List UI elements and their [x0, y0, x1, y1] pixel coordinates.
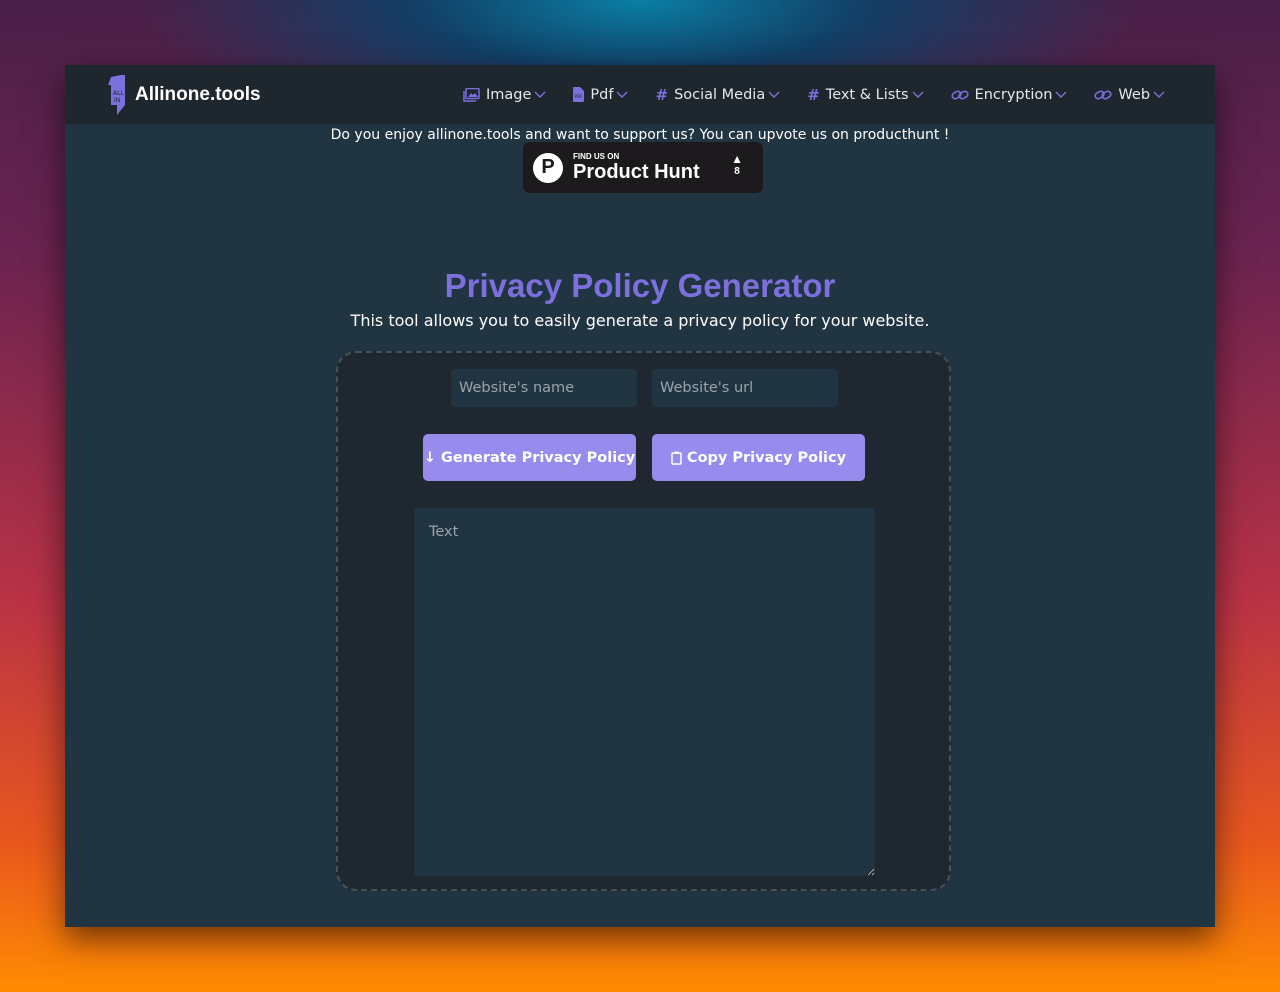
clipboard-icon — [671, 451, 682, 465]
vote-count: 8 — [734, 166, 740, 177]
upvote-triangle-icon: ▲ — [731, 152, 743, 166]
chevron-down-icon — [534, 91, 546, 98]
nav-item-encryption[interactable]: Encryption — [950, 86, 1068, 103]
nav-item-text-lists[interactable]: # Text & Lists — [807, 85, 924, 104]
nav-item-label: Text & Lists — [825, 86, 909, 103]
link-icon — [950, 88, 969, 102]
nav-item-label: Social Media — [674, 86, 766, 103]
generate-button[interactable]: ↓ Generate Privacy Policy — [423, 434, 636, 481]
main-menu: Image PDF Pdf # Social Media # Text & Lists Enc… — [463, 65, 1192, 124]
website-name-input[interactable] — [451, 369, 637, 407]
nav-item-image[interactable]: Image — [463, 87, 546, 103]
generate-label: Generate Privacy Policy — [440, 449, 636, 466]
navbar: ALL IN Allinone.tools Image PDF Pdf # Social … — [65, 65, 1215, 124]
support-text: Do you enjoy allinone.tools and want to … — [330, 127, 950, 143]
copy-label: Copy Privacy Policy — [686, 449, 847, 466]
badge-title: Product Hunt — [573, 161, 700, 183]
product-hunt-logo-icon: P — [533, 152, 563, 183]
copy-button[interactable]: Copy Privacy Policy — [652, 434, 865, 481]
nav-item-label: Image — [486, 86, 532, 103]
svg-text:PDF: PDF — [575, 94, 583, 99]
product-hunt-badge[interactable]: P FIND US ON Product Hunt ▲ 8 — [523, 142, 763, 193]
page-subtitle: This tool allows you to easily generate … — [350, 311, 930, 330]
chevron-down-icon — [912, 91, 924, 98]
hashtag-icon: # — [807, 85, 820, 104]
nav-item-label: Web — [1118, 86, 1151, 103]
arrow-down-icon: ↓ — [423, 449, 436, 466]
chevron-down-icon — [1055, 91, 1067, 98]
image-icon — [463, 87, 480, 102]
svg-text:IN: IN — [114, 97, 120, 104]
nav-item-label: Pdf — [590, 86, 614, 103]
page-title: Privacy Policy Generator — [444, 267, 836, 304]
nav-item-label: Encryption — [974, 86, 1053, 103]
browser-window: ALL IN Allinone.tools Image PDF Pdf # Social … — [65, 65, 1215, 927]
chevron-down-icon — [1153, 91, 1165, 98]
chevron-down-icon — [768, 91, 780, 98]
nav-item-pdf[interactable]: PDF Pdf — [573, 87, 628, 103]
brand-name: Allinone.tools — [135, 83, 261, 105]
generator-card: ↓Generate Privacy Policy Copy Privacy Po… — [336, 351, 951, 891]
link-icon — [1094, 88, 1113, 102]
hashtag-icon: # — [655, 85, 669, 104]
pdf-icon: PDF — [573, 87, 585, 102]
logo[interactable]: ALL IN Allinone.tools — [107, 74, 261, 115]
nav-item-social-media[interactable]: # Social Media — [655, 86, 780, 104]
logo-icon: ALLIN — [108, 74, 125, 115]
badge-small-text: FIND US ON — [573, 152, 620, 161]
website-url-input[interactable] — [652, 369, 838, 407]
chevron-down-icon — [616, 91, 628, 98]
svg-text:ALL: ALL — [113, 90, 124, 97]
nav-item-web[interactable]: Web — [1094, 87, 1165, 103]
policy-textarea[interactable] — [414, 508, 875, 876]
